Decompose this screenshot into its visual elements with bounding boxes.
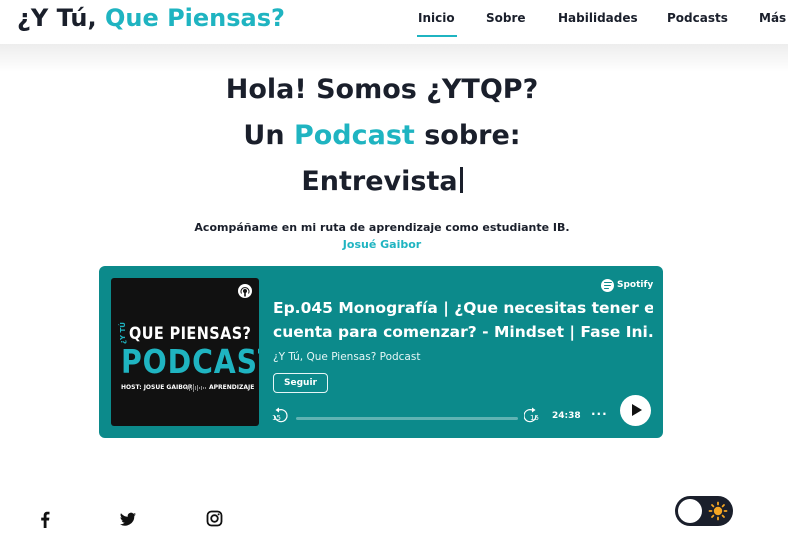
hero-line2-after: sobre: — [424, 120, 521, 151]
episode-title-line1: Ep.045 Monografía | ¿Que necesitas tener… — [273, 299, 653, 317]
nav-item-mas[interactable]: Más — [759, 11, 786, 25]
toggle-knob — [678, 499, 702, 523]
sun-icon — [708, 501, 728, 521]
podcast-app-icon — [238, 284, 252, 298]
episode-title-line2: cuenta para comenzar? - Mindset | Fase I… — [273, 323, 653, 341]
hero-typed-line: Entrevista — [0, 166, 764, 197]
cover-host: HOST: JOSUE GAIBOR — [121, 384, 193, 391]
progress-bar[interactable] — [296, 417, 518, 420]
nav-item-podcasts[interactable]: Podcasts — [667, 11, 728, 25]
theme-toggle[interactable] — [675, 496, 733, 526]
hero-typed-word: Entrevista — [301, 166, 458, 197]
hero-heading-line1: Hola! Somos ¿YTQP? — [225, 74, 539, 105]
logo-accent: Que Piensas? — [104, 4, 285, 32]
play-button[interactable] — [620, 395, 651, 426]
nav-item-inicio[interactable]: Inicio — [417, 11, 457, 37]
cover-waveform — [185, 384, 207, 394]
spotify-player: ¿Y TÚ QUE PIENSAS? PODCAST HOST: JOSUE G… — [99, 266, 663, 438]
site-logo[interactable]: ¿Y Tú, Que Piensas? — [17, 4, 285, 32]
podcast-cover-art[interactable]: ¿Y TÚ QUE PIENSAS? PODCAST HOST: JOSUE G… — [111, 278, 259, 426]
logo-prefix: ¿Y Tú, — [17, 4, 97, 32]
cover-line2: PODCAST — [121, 342, 259, 381]
follow-button[interactable]: Seguir — [273, 373, 328, 393]
episode-duration: 24:38 — [552, 411, 581, 421]
typing-caret — [459, 167, 463, 193]
nav-item-habilidades[interactable]: Habilidades — [558, 11, 638, 25]
spotify-label: Spotify — [617, 280, 654, 290]
site-header: ¿Y Tú, Que Piensas? Inicio Sobre Habilid… — [0, 0, 788, 44]
skip-forward-label: 15 — [530, 414, 539, 422]
skip-back-label: 15 — [272, 414, 281, 422]
nav-item-sobre[interactable]: Sobre — [486, 11, 526, 25]
cover-side-text: ¿Y TÚ — [119, 322, 127, 345]
spotify-icon — [601, 278, 614, 292]
header-shadow — [0, 44, 788, 72]
hero-subtitle: Acompáñame en mi ruta de aprendizaje com… — [194, 221, 570, 234]
hero-line2-before: Un — [243, 120, 285, 151]
instagram-icon[interactable] — [204, 508, 226, 530]
hero-heading-line2: Un Podcast sobre: — [0, 120, 764, 151]
cover-line1: QUE PIENSAS? — [129, 324, 252, 344]
more-options-button[interactable]: ··· — [591, 407, 608, 421]
show-name[interactable]: ¿Y Tú, Que Piensas? Podcast — [273, 351, 420, 363]
hero-author: Josué Gaibor — [342, 238, 422, 251]
twitter-icon[interactable] — [117, 508, 139, 530]
cover-tag: APRENDIZAJE — [209, 384, 255, 391]
spotify-brand[interactable]: Spotify — [601, 278, 653, 292]
facebook-icon[interactable] — [34, 508, 56, 530]
hero-line2-accent: Podcast — [293, 120, 415, 151]
episode-title[interactable]: Ep.045 Monografía | ¿Que necesitas tener… — [273, 296, 653, 344]
